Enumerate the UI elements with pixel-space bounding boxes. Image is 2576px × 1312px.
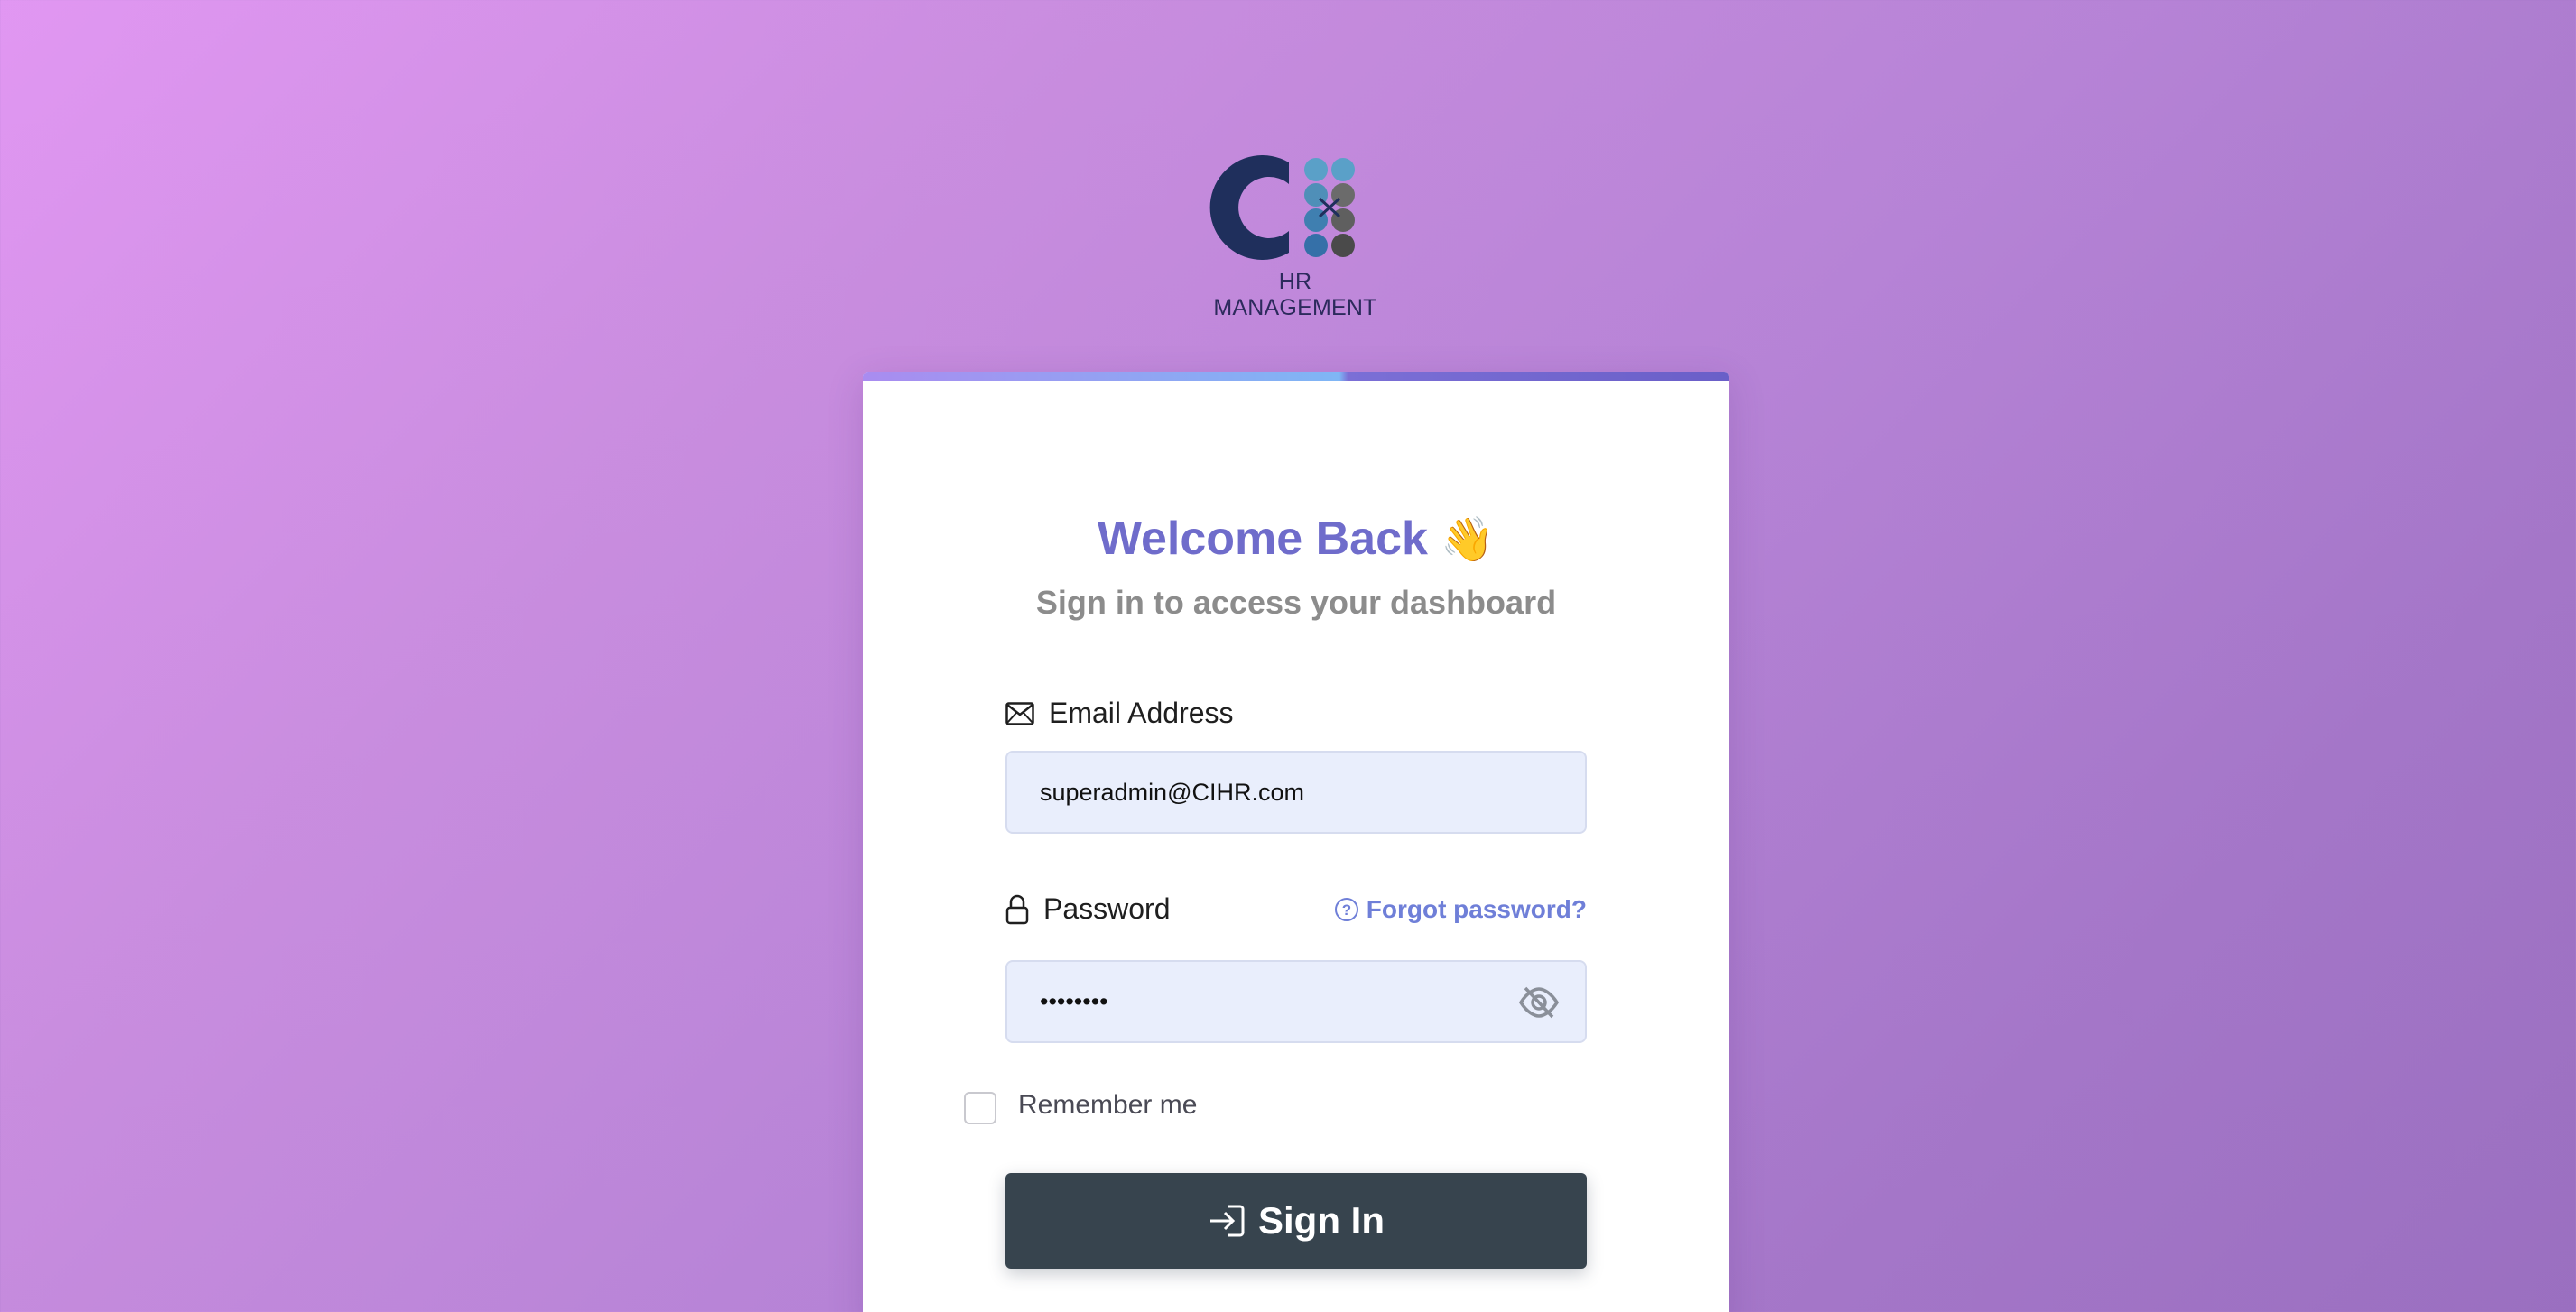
email-label: Email Address [1005, 697, 1234, 730]
svg-text:?: ? [1342, 901, 1351, 919]
sign-in-label[interactable]: Sign In [1258, 1199, 1385, 1243]
card-accent-bar [863, 372, 1729, 381]
email-field[interactable] [1040, 753, 1527, 832]
sign-in-icon [1210, 1205, 1245, 1237]
title-text: Welcome Back [1097, 513, 1428, 565]
sign-in-button[interactable]: Sign In [1005, 1173, 1587, 1269]
password-field[interactable] [1040, 962, 1527, 1041]
eye-slash-icon[interactable] [1518, 985, 1560, 1020]
login-card: Welcome Back 👋 Sign in to access your da… [863, 372, 1729, 1312]
page-title: Welcome Back 👋 [863, 512, 1729, 566]
logo-caption: HR MANAGEMENT [1213, 269, 1377, 320]
password-label-text: Password [1043, 892, 1171, 925]
remember-me-checkbox[interactable] [964, 1092, 996, 1124]
lock-icon [1005, 894, 1029, 924]
email-field-box [1005, 751, 1587, 834]
page-subtitle: Sign in to access your dashboard [1035, 584, 1557, 621]
remember-me: Remember me [964, 1090, 1197, 1124]
app-logo: HR MANAGEMENT [1200, 153, 1390, 320]
waving-hand-icon: 👋 [1441, 516, 1496, 564]
forgot-password-link[interactable]: ? Forgot password? [1334, 895, 1587, 924]
remember-me-label[interactable]: Remember me [1018, 1090, 1197, 1121]
forgot-password-text[interactable]: Forgot password? [1367, 895, 1587, 924]
cihr-logo-icon [1209, 155, 1355, 260]
password-label: Password [1005, 892, 1171, 926]
password-field-box [1005, 960, 1587, 1043]
envelope-icon [1005, 701, 1034, 725]
email-label-text: Email Address [1049, 697, 1234, 729]
question-circle-icon: ? [1334, 898, 1358, 921]
